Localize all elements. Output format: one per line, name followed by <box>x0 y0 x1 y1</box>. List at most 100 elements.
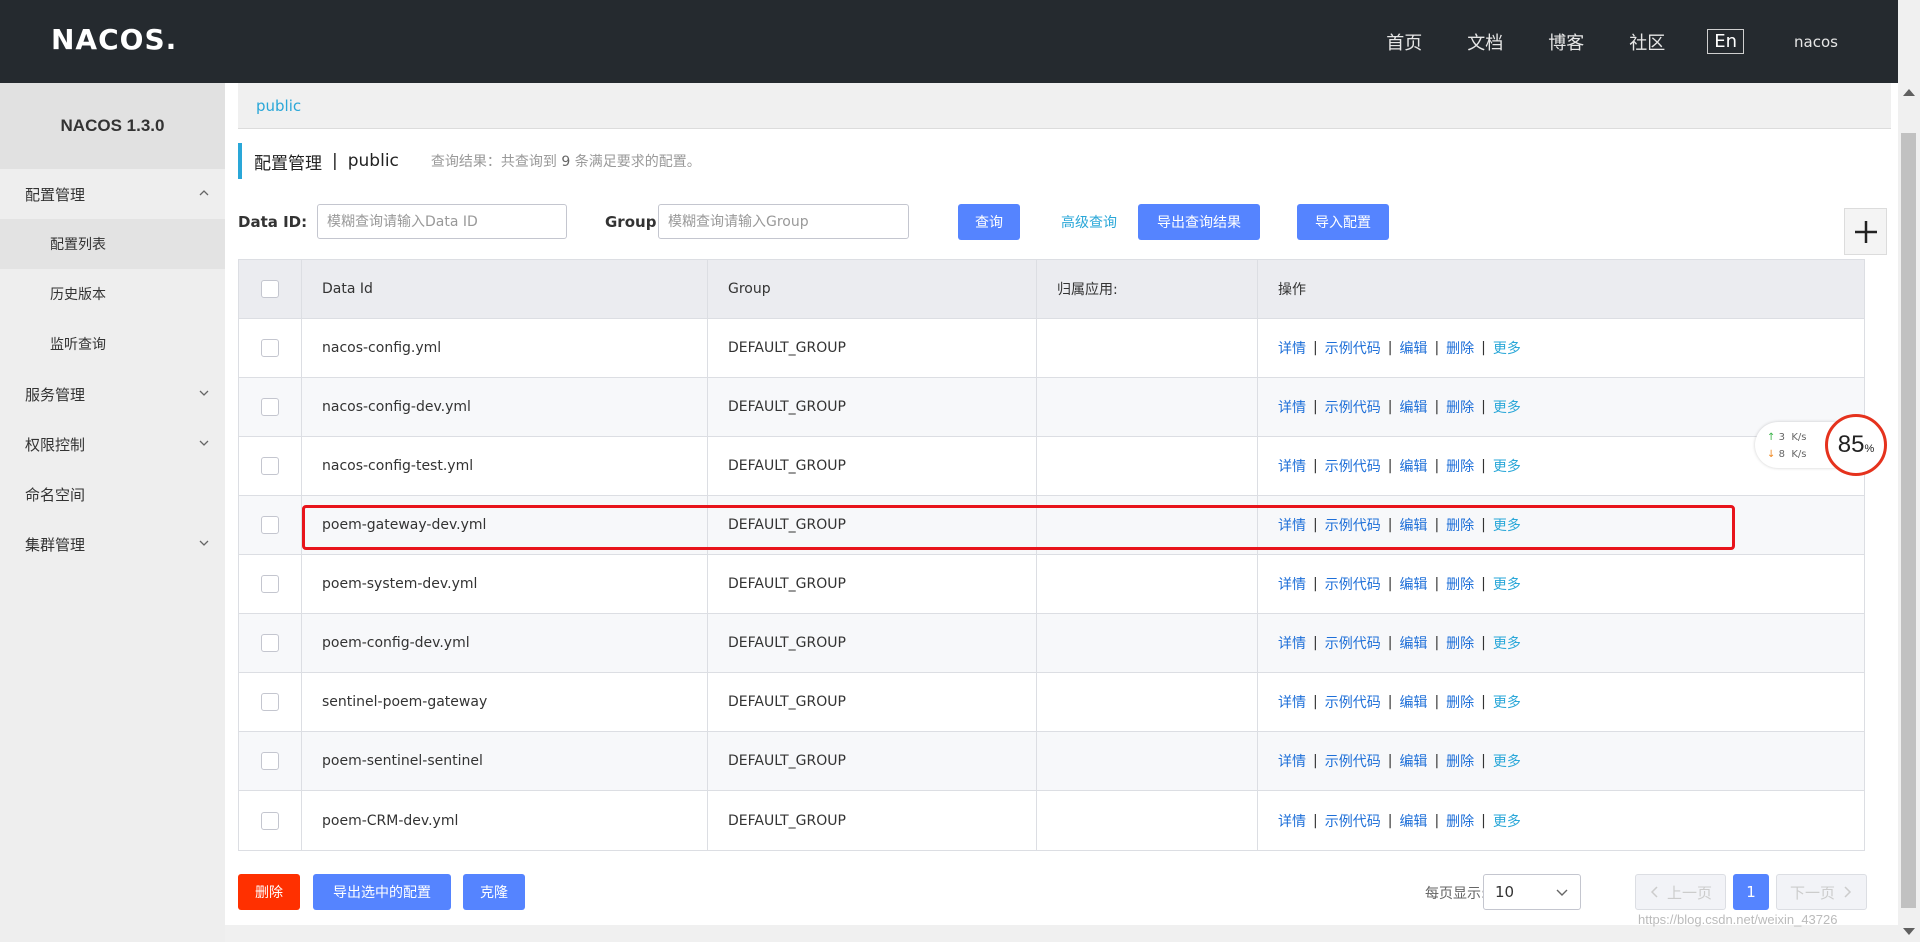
delete-button[interactable]: 删除 <box>238 874 300 910</box>
sidebar-item-listener[interactable]: 监听查询 <box>0 319 225 369</box>
op-link[interactable]: 编辑 <box>1399 397 1427 417</box>
scroll-down-icon[interactable] <box>1903 928 1915 935</box>
next-page-button[interactable]: 下一页 <box>1776 874 1867 910</box>
query-button[interactable]: 查询 <box>958 204 1020 240</box>
user-name[interactable]: nacos <box>1794 33 1838 51</box>
op-separator: | <box>1434 812 1440 829</box>
row-checkbox[interactable] <box>261 811 279 830</box>
op-link[interactable]: 示例代码 <box>1325 515 1381 535</box>
op-link[interactable]: 更多 <box>1493 751 1521 771</box>
row-checkbox[interactable] <box>261 457 279 475</box>
op-link[interactable]: 详情 <box>1278 692 1306 712</box>
op-link[interactable]: 更多 <box>1493 811 1521 831</box>
op-link[interactable]: 详情 <box>1278 397 1306 417</box>
add-config-button[interactable] <box>1844 208 1887 255</box>
op-link[interactable]: 更多 <box>1493 633 1521 653</box>
op-link[interactable]: 编辑 <box>1399 515 1427 535</box>
column-header[interactable]: Data Id <box>302 260 708 318</box>
op-link[interactable]: 示例代码 <box>1325 751 1381 771</box>
op-separator: | <box>1387 694 1393 710</box>
nacos-logo[interactable]: NACOS. <box>51 22 177 56</box>
nav-community[interactable]: 社区 <box>1629 29 1665 55</box>
clone-button[interactable]: 克隆 <box>463 874 525 910</box>
op-link[interactable]: 编辑 <box>1399 633 1427 653</box>
op-link[interactable]: 示例代码 <box>1325 692 1381 712</box>
op-link[interactable]: 删除 <box>1446 751 1474 771</box>
column-header[interactable]: Group <box>708 260 1037 318</box>
namespace-public[interactable]: public <box>256 97 301 115</box>
op-link[interactable]: 更多 <box>1493 692 1521 712</box>
op-separator: | <box>1434 458 1440 474</box>
op-link[interactable]: 详情 <box>1278 633 1306 653</box>
op-link[interactable]: 编辑 <box>1399 456 1427 476</box>
sidebar-group-auth[interactable]: 权限控制 <box>0 419 225 469</box>
advanced-query-button[interactable]: 高级查询 <box>1046 204 1132 240</box>
op-link[interactable]: 编辑 <box>1399 811 1427 831</box>
row-checkbox[interactable] <box>261 752 279 770</box>
horizontal-scrollbar[interactable] <box>225 925 1898 942</box>
op-link[interactable]: 编辑 <box>1399 338 1427 358</box>
op-link[interactable]: 示例代码 <box>1325 338 1381 358</box>
prev-page-label: 上一页 <box>1666 883 1712 902</box>
op-link[interactable]: 删除 <box>1446 633 1474 653</box>
row-checkbox[interactable] <box>261 339 279 357</box>
op-link[interactable]: 更多 <box>1493 456 1521 476</box>
nav-home[interactable]: 首页 <box>1386 29 1422 55</box>
export-selected-button[interactable]: 导出选中的配置 <box>313 874 451 910</box>
network-speed-widget[interactable]: ↑ 3 K/s ↓ 8 K/s 85% <box>1755 414 1888 476</box>
op-separator: | <box>1387 576 1393 592</box>
nav-docs[interactable]: 文档 <box>1467 29 1503 55</box>
op-link[interactable]: 详情 <box>1278 811 1306 831</box>
op-link[interactable]: 详情 <box>1278 751 1306 771</box>
op-link[interactable]: 删除 <box>1446 397 1474 417</box>
group-input[interactable] <box>658 204 909 239</box>
import-config-button[interactable]: 导入配置 <box>1297 204 1389 240</box>
sidebar-group-config[interactable]: 配置管理 <box>0 169 225 219</box>
row-checkbox[interactable] <box>261 516 279 534</box>
op-link[interactable]: 删除 <box>1446 692 1474 712</box>
op-link[interactable]: 删除 <box>1446 456 1474 476</box>
op-link[interactable]: 示例代码 <box>1325 811 1381 831</box>
vertical-scrollbar[interactable] <box>1898 83 1920 942</box>
sidebar-group-service[interactable]: 服务管理 <box>0 369 225 419</box>
row-checkbox[interactable] <box>261 398 279 416</box>
page-1-button[interactable]: 1 <box>1733 874 1769 910</box>
op-link[interactable]: 删除 <box>1446 515 1474 535</box>
row-checkbox[interactable] <box>261 693 279 711</box>
op-link[interactable]: 更多 <box>1493 338 1521 358</box>
row-checkbox[interactable] <box>261 575 279 593</box>
op-link[interactable]: 详情 <box>1278 515 1306 535</box>
op-link[interactable]: 详情 <box>1278 574 1306 594</box>
op-link[interactable]: 详情 <box>1278 338 1306 358</box>
op-link[interactable]: 示例代码 <box>1325 456 1381 476</box>
op-link[interactable]: 示例代码 <box>1325 574 1381 594</box>
sidebar-group-cluster[interactable]: 集群管理 <box>0 519 225 569</box>
select-all-checkbox[interactable] <box>261 280 279 298</box>
scroll-up-icon[interactable] <box>1903 89 1915 96</box>
dataid-input[interactable] <box>317 204 567 239</box>
op-link[interactable]: 详情 <box>1278 456 1306 476</box>
op-link[interactable]: 示例代码 <box>1325 633 1381 653</box>
sidebar-item-config-list[interactable]: 配置列表 <box>0 219 225 269</box>
upload-value: 3 <box>1778 432 1785 443</box>
op-link[interactable]: 编辑 <box>1399 692 1427 712</box>
op-link[interactable]: 编辑 <box>1399 574 1427 594</box>
sidebar-group-namespace[interactable]: 命名空间 <box>0 469 225 519</box>
op-link[interactable]: 编辑 <box>1399 751 1427 771</box>
op-link[interactable]: 更多 <box>1493 574 1521 594</box>
logo-text: NACOS. <box>51 22 178 56</box>
row-checkbox[interactable] <box>261 634 279 652</box>
op-link[interactable]: 更多 <box>1493 515 1521 535</box>
page-size-select[interactable]: 10 <box>1483 874 1581 910</box>
op-link[interactable]: 示例代码 <box>1325 397 1381 417</box>
sidebar-item-history[interactable]: 历史版本 <box>0 269 225 319</box>
scrollbar-thumb[interactable] <box>1901 133 1916 908</box>
op-link[interactable]: 删除 <box>1446 811 1474 831</box>
op-link[interactable]: 删除 <box>1446 574 1474 594</box>
prev-page-button[interactable]: 上一页 <box>1635 874 1726 910</box>
export-query-button[interactable]: 导出查询结果 <box>1138 204 1260 240</box>
language-switch[interactable]: En <box>1707 29 1745 54</box>
nav-blog[interactable]: 博客 <box>1548 29 1584 55</box>
op-link[interactable]: 更多 <box>1493 397 1521 417</box>
op-link[interactable]: 删除 <box>1446 338 1474 358</box>
